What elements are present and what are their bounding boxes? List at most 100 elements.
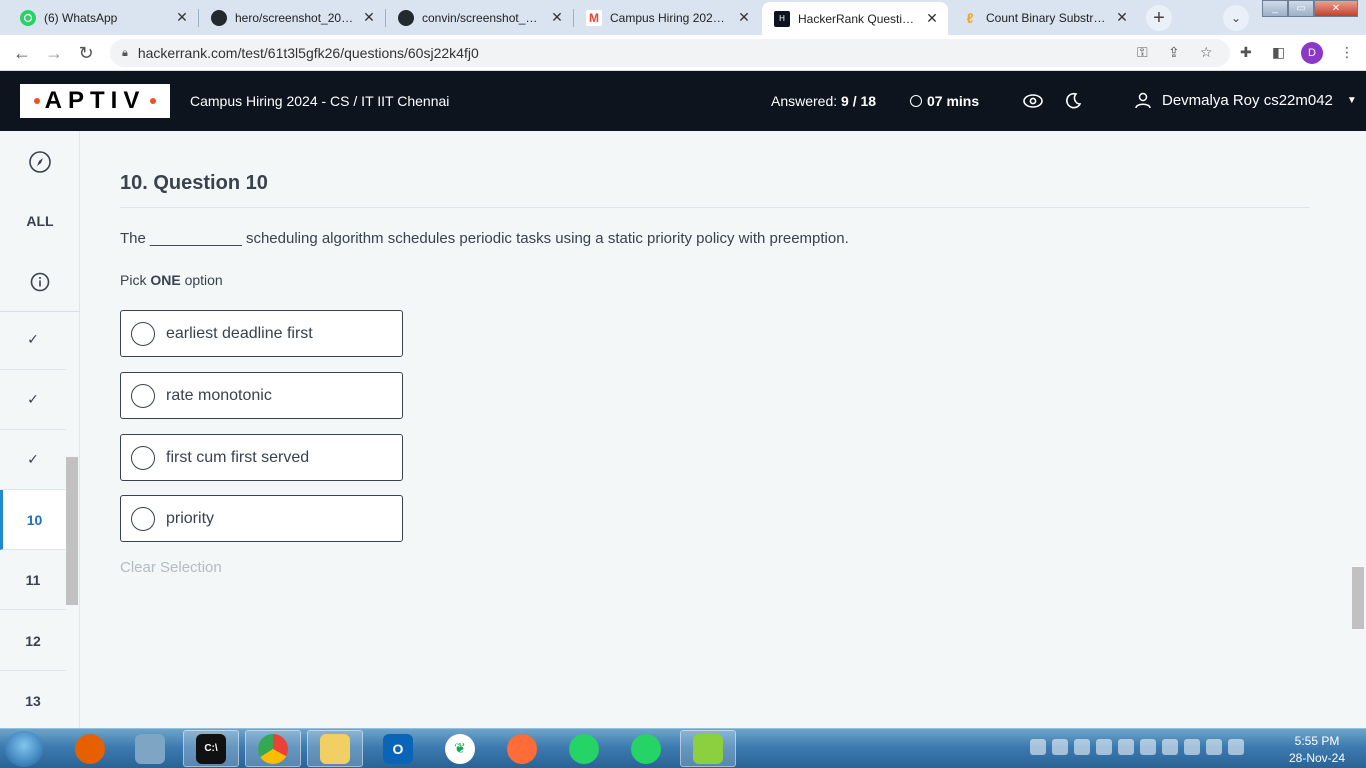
- time-remaining: 07 mins: [910, 93, 979, 109]
- answer-option[interactable]: rate monotonic: [120, 372, 403, 419]
- all-questions-link[interactable]: ALL: [0, 211, 80, 231]
- close-tab-icon[interactable]: ✕: [924, 10, 940, 27]
- pick-prefix: Pick: [120, 272, 147, 288]
- tab-gmail[interactable]: M Campus Hiring 2024 - C ✕: [574, 2, 760, 33]
- tab-title: convin/screenshot_202: [422, 10, 543, 25]
- close-tab-icon[interactable]: ✕: [736, 9, 752, 26]
- github-icon: [211, 9, 227, 26]
- notepad-plus-taskbar-icon[interactable]: [680, 730, 736, 767]
- chrome-taskbar-icon[interactable]: [245, 730, 301, 767]
- option-label: first cum first served: [166, 448, 310, 466]
- whatsapp-icon: [20, 9, 36, 26]
- terminal-taskbar-icon[interactable]: C:\: [183, 730, 239, 767]
- page-scrollbar[interactable]: [1350, 131, 1366, 728]
- tray-icon[interactable]: [1162, 739, 1178, 755]
- logo-dot: [33, 98, 40, 104]
- whatsapp-taskbar-icon[interactable]: [556, 730, 612, 767]
- tab-leetcode[interactable]: ℓ Count Binary Substring ✕: [950, 2, 1138, 33]
- back-icon[interactable]: ←: [10, 41, 34, 65]
- question-nav-item[interactable]: 13: [0, 671, 66, 731]
- menu-icon[interactable]: ⋮: [1340, 44, 1354, 61]
- question-nav-item[interactable]: ✓: [0, 430, 66, 490]
- volume-icon[interactable]: [1140, 739, 1156, 755]
- side-panel-icon[interactable]: ◧: [1272, 44, 1285, 61]
- tab-hackerrank[interactable]: H HackerRank Question - ✕: [762, 2, 948, 35]
- radio-button[interactable]: [131, 321, 155, 346]
- tab-title: Count Binary Substring: [986, 10, 1108, 25]
- taskbar-time[interactable]: 5:55 PM: [1284, 734, 1350, 748]
- tab-github-hero[interactable]: hero/screenshot_20241 ✕: [199, 2, 385, 33]
- whatsapp-taskbar-icon[interactable]: [618, 730, 674, 767]
- close-tab-icon[interactable]: ✕: [1114, 9, 1130, 26]
- tab-search-button[interactable]: ⌄: [1223, 5, 1249, 31]
- page-scrollbar-thumb[interactable]: [1352, 567, 1364, 629]
- eye-icon[interactable]: [1022, 90, 1044, 112]
- chevron-down-icon: ▼: [1346, 94, 1357, 106]
- question-nav-item[interactable]: ✓: [0, 310, 66, 370]
- postman-taskbar-icon[interactable]: [494, 730, 550, 767]
- tray-icon[interactable]: [1096, 739, 1112, 755]
- answer-option[interactable]: priority: [120, 495, 403, 542]
- sidebar-scrollbar[interactable]: [66, 321, 78, 721]
- question-nav-item[interactable]: ✓: [0, 370, 66, 430]
- forward-icon[interactable]: →: [42, 41, 66, 65]
- question-nav-item[interactable]: 11: [0, 550, 66, 610]
- answered-count: Answered: 9 / 18: [771, 93, 876, 109]
- option-label: earliest deadline first: [166, 324, 313, 342]
- compass-icon[interactable]: [0, 149, 80, 175]
- new-tab-button[interactable]: +: [1146, 5, 1172, 31]
- tray-icon[interactable]: [1030, 739, 1046, 755]
- profile-avatar[interactable]: D: [1301, 42, 1323, 64]
- url-text: hackerrank.com/test/61t3l5gfk26/question…: [137, 45, 479, 61]
- address-bar[interactable]: 🔒︎ hackerrank.com/test/61t3l5gfk26/quest…: [110, 39, 1230, 67]
- user-name: Devmalya Roy cs22m042: [1162, 91, 1333, 109]
- tab-github-convin[interactable]: convin/screenshot_202 ✕: [386, 2, 573, 33]
- tray-icon[interactable]: [1052, 739, 1068, 755]
- tray-icon[interactable]: [1184, 739, 1200, 755]
- question-nav-item-current[interactable]: 10: [0, 490, 66, 550]
- firefox-taskbar-icon[interactable]: [62, 730, 118, 767]
- network-icon[interactable]: [1228, 739, 1244, 755]
- tab-title: Campus Hiring 2024 - C: [610, 10, 730, 25]
- key-icon[interactable]: ⚿: [1137, 44, 1148, 61]
- answer-option[interactable]: first cum first served: [120, 434, 403, 481]
- radio-button[interactable]: [131, 445, 155, 470]
- close-tab-icon[interactable]: ✕: [361, 9, 377, 26]
- clear-selection-button[interactable]: Clear Selection: [120, 559, 222, 576]
- mongodb-taskbar-icon[interactable]: ❦: [432, 730, 488, 767]
- share-icon[interactable]: ⇪: [1168, 44, 1180, 61]
- taskbar-date[interactable]: 28-Nov-24: [1284, 751, 1350, 765]
- question-nav-item[interactable]: 12: [0, 611, 66, 671]
- test-header: APTIV Campus Hiring 2024 - CS / IT IIT C…: [0, 71, 1366, 131]
- browser-toolbar: ← → ↻ 🔒︎ hackerrank.com/test/61t3l5gfk26…: [0, 35, 1366, 71]
- radio-button[interactable]: [131, 383, 155, 408]
- maximize-icon[interactable]: ▭: [1288, 0, 1314, 17]
- computer-taskbar-icon[interactable]: [122, 730, 178, 767]
- extensions-icon[interactable]: ✚: [1240, 44, 1252, 61]
- reload-icon[interactable]: ↻: [74, 41, 98, 65]
- user-menu[interactable]: Devmalya Roy cs22m042 ▼: [1134, 91, 1357, 109]
- tray-icon[interactable]: [1118, 739, 1134, 755]
- answer-option[interactable]: earliest deadline first: [120, 310, 403, 357]
- system-tray: [1030, 739, 1244, 755]
- dark-mode-icon[interactable]: [1062, 90, 1084, 112]
- tray-icon[interactable]: [1206, 739, 1222, 755]
- start-button[interactable]: [5, 731, 43, 767]
- radio-button[interactable]: [131, 506, 155, 531]
- star-icon[interactable]: ☆: [1200, 44, 1213, 61]
- close-tab-icon[interactable]: ✕: [174, 9, 190, 26]
- tray-icon[interactable]: [1074, 739, 1090, 755]
- minimize-icon[interactable]: _: [1262, 0, 1288, 17]
- info-icon[interactable]: [0, 269, 80, 295]
- clock-icon: [910, 95, 922, 107]
- question-panel: 10. Question 10 The ___________ scheduli…: [80, 131, 1350, 728]
- outlook-taskbar-icon[interactable]: O: [370, 730, 426, 767]
- tab-whatsapp[interactable]: (6) WhatsApp ✕: [8, 2, 198, 33]
- answered-label: Answered:: [771, 93, 838, 109]
- question-text: The ___________ scheduling algorithm sch…: [120, 230, 849, 247]
- close-window-icon[interactable]: ✕: [1314, 0, 1358, 17]
- user-icon: [1135, 92, 1151, 109]
- explorer-taskbar-icon[interactable]: [307, 730, 363, 767]
- sidebar-scrollbar-thumb[interactable]: [66, 457, 78, 605]
- close-tab-icon[interactable]: ✕: [549, 9, 565, 26]
